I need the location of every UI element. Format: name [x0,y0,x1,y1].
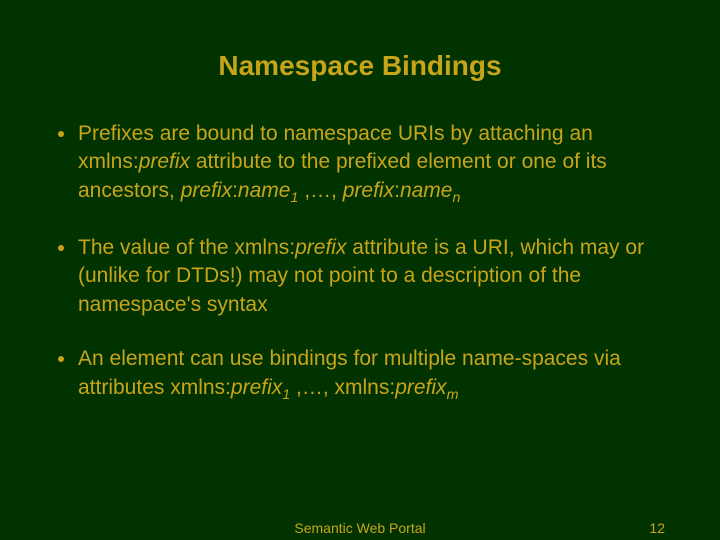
text-italic: prefix [139,150,190,173]
bullet-text: Prefixes are bound to namespace URIs by … [78,120,670,208]
text-sub: 1 [282,387,290,403]
text-run: ,…, [298,179,342,202]
text-run: ,…, xmlns: [290,376,395,399]
text-italic: prefix [181,179,232,202]
bullet-dot-icon [58,356,64,362]
slide-content: Prefixes are bound to namespace URIs by … [50,120,670,405]
slide: Namespace Bindings Prefixes are bound to… [0,0,720,540]
text-sub: n [452,190,460,206]
slide-title: Namespace Bindings [50,50,670,82]
text-italic: prefix [343,179,394,202]
text-italic: name [400,179,453,202]
text-sub: m [447,387,459,403]
bullet-text: An element can use bindings for multiple… [78,345,670,405]
bullet-2: The value of the xmlns:prefix attribute … [58,234,670,319]
bullet-1: Prefixes are bound to namespace URIs by … [58,120,670,208]
text-italic: name [238,179,291,202]
bullet-text: The value of the xmlns:prefix attribute … [78,234,670,319]
bullet-dot-icon [58,245,64,251]
text-run: The value of the xmlns: [78,236,295,259]
page-number: 12 [649,520,665,536]
bullet-3: An element can use bindings for multiple… [58,345,670,405]
text-italic: prefix [395,376,446,399]
text-italic: prefix [295,236,346,259]
footer-center: Semantic Web Portal [294,520,425,536]
text-italic: prefix [231,376,282,399]
bullet-dot-icon [58,131,64,137]
